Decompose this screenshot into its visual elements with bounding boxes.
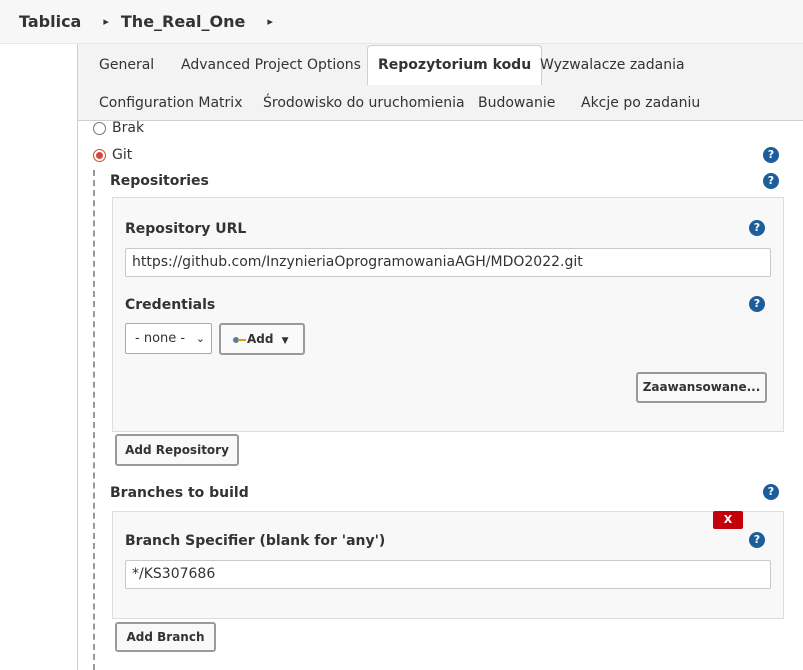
help-icon[interactable]: ? bbox=[749, 296, 765, 312]
credentials-label: Credentials bbox=[125, 297, 216, 313]
scm-option-git[interactable]: Git bbox=[93, 147, 132, 163]
repository-url-label: Repository URL bbox=[125, 221, 247, 237]
tab-srodowisko[interactable]: Środowisko do uruchomienia bbox=[253, 85, 475, 121]
tab-general[interactable]: General bbox=[89, 47, 164, 83]
add-branch-button[interactable]: Add Branch bbox=[115, 622, 216, 652]
left-gutter bbox=[0, 44, 78, 670]
tab-advanced-project-options[interactable]: Advanced Project Options bbox=[171, 47, 371, 83]
branches-label: Branches to build bbox=[110, 485, 249, 501]
radio-none[interactable] bbox=[93, 121, 106, 135]
git-section-divider bbox=[93, 170, 95, 670]
delete-branch-button[interactable]: X bbox=[713, 511, 743, 529]
repositories-label: Repositories bbox=[110, 173, 209, 189]
tab-wyzwalacze-zadania[interactable]: Wyzwalacze zadania bbox=[530, 47, 695, 83]
help-icon[interactable]: ? bbox=[749, 532, 765, 548]
breadcrumb-dashboard[interactable]: Tablica bbox=[0, 12, 81, 31]
caret-down-icon: ▼ bbox=[281, 336, 289, 346]
breadcrumb-chevron-icon[interactable]: ▸ bbox=[81, 15, 109, 28]
credentials-select-value: - none - bbox=[135, 331, 186, 346]
key-icon bbox=[233, 336, 247, 344]
help-icon[interactable]: ? bbox=[749, 220, 765, 236]
scm-option-none[interactable]: Brak bbox=[93, 120, 144, 136]
config-tabs: General Advanced Project Options Repozyt… bbox=[78, 44, 803, 121]
help-icon[interactable]: ? bbox=[763, 147, 779, 163]
tab-akcje-po-zadaniu[interactable]: Akcje po zadaniu bbox=[571, 85, 710, 121]
add-credentials-label: Add bbox=[247, 332, 274, 346]
left-divider bbox=[77, 44, 78, 670]
breadcrumb-job[interactable]: The_Real_One bbox=[109, 12, 245, 31]
tab-repozytorium-kodu[interactable]: Repozytorium kodu bbox=[367, 45, 543, 85]
tab-configuration-matrix[interactable]: Configuration Matrix bbox=[89, 85, 252, 121]
add-repository-button[interactable]: Add Repository bbox=[115, 434, 239, 466]
scm-option-git-label: Git bbox=[112, 147, 133, 163]
chevron-down-icon: ⌄ bbox=[195, 332, 205, 345]
tab-budowanie[interactable]: Budowanie bbox=[468, 85, 565, 121]
add-credentials-button[interactable]: Add ▼ bbox=[219, 323, 305, 355]
credentials-select[interactable]: - none - ⌄ bbox=[125, 323, 212, 354]
advanced-button[interactable]: Zaawansowane... bbox=[636, 372, 767, 403]
branch-specifier-label: Branch Specifier (blank for 'any') bbox=[125, 533, 386, 549]
breadcrumb: Tablica ▸ The_Real_One ▸ bbox=[0, 0, 803, 44]
branch-specifier-input[interactable]: */KS307686 bbox=[125, 560, 771, 589]
scm-option-none-label: Brak bbox=[112, 120, 145, 136]
help-icon[interactable]: ? bbox=[763, 173, 779, 189]
breadcrumb-chevron-icon[interactable]: ▸ bbox=[245, 15, 273, 28]
radio-git[interactable] bbox=[93, 148, 106, 162]
help-icon[interactable]: ? bbox=[763, 484, 779, 500]
repository-url-input[interactable]: https://github.com/InzynieriaOprogramowa… bbox=[125, 248, 771, 277]
